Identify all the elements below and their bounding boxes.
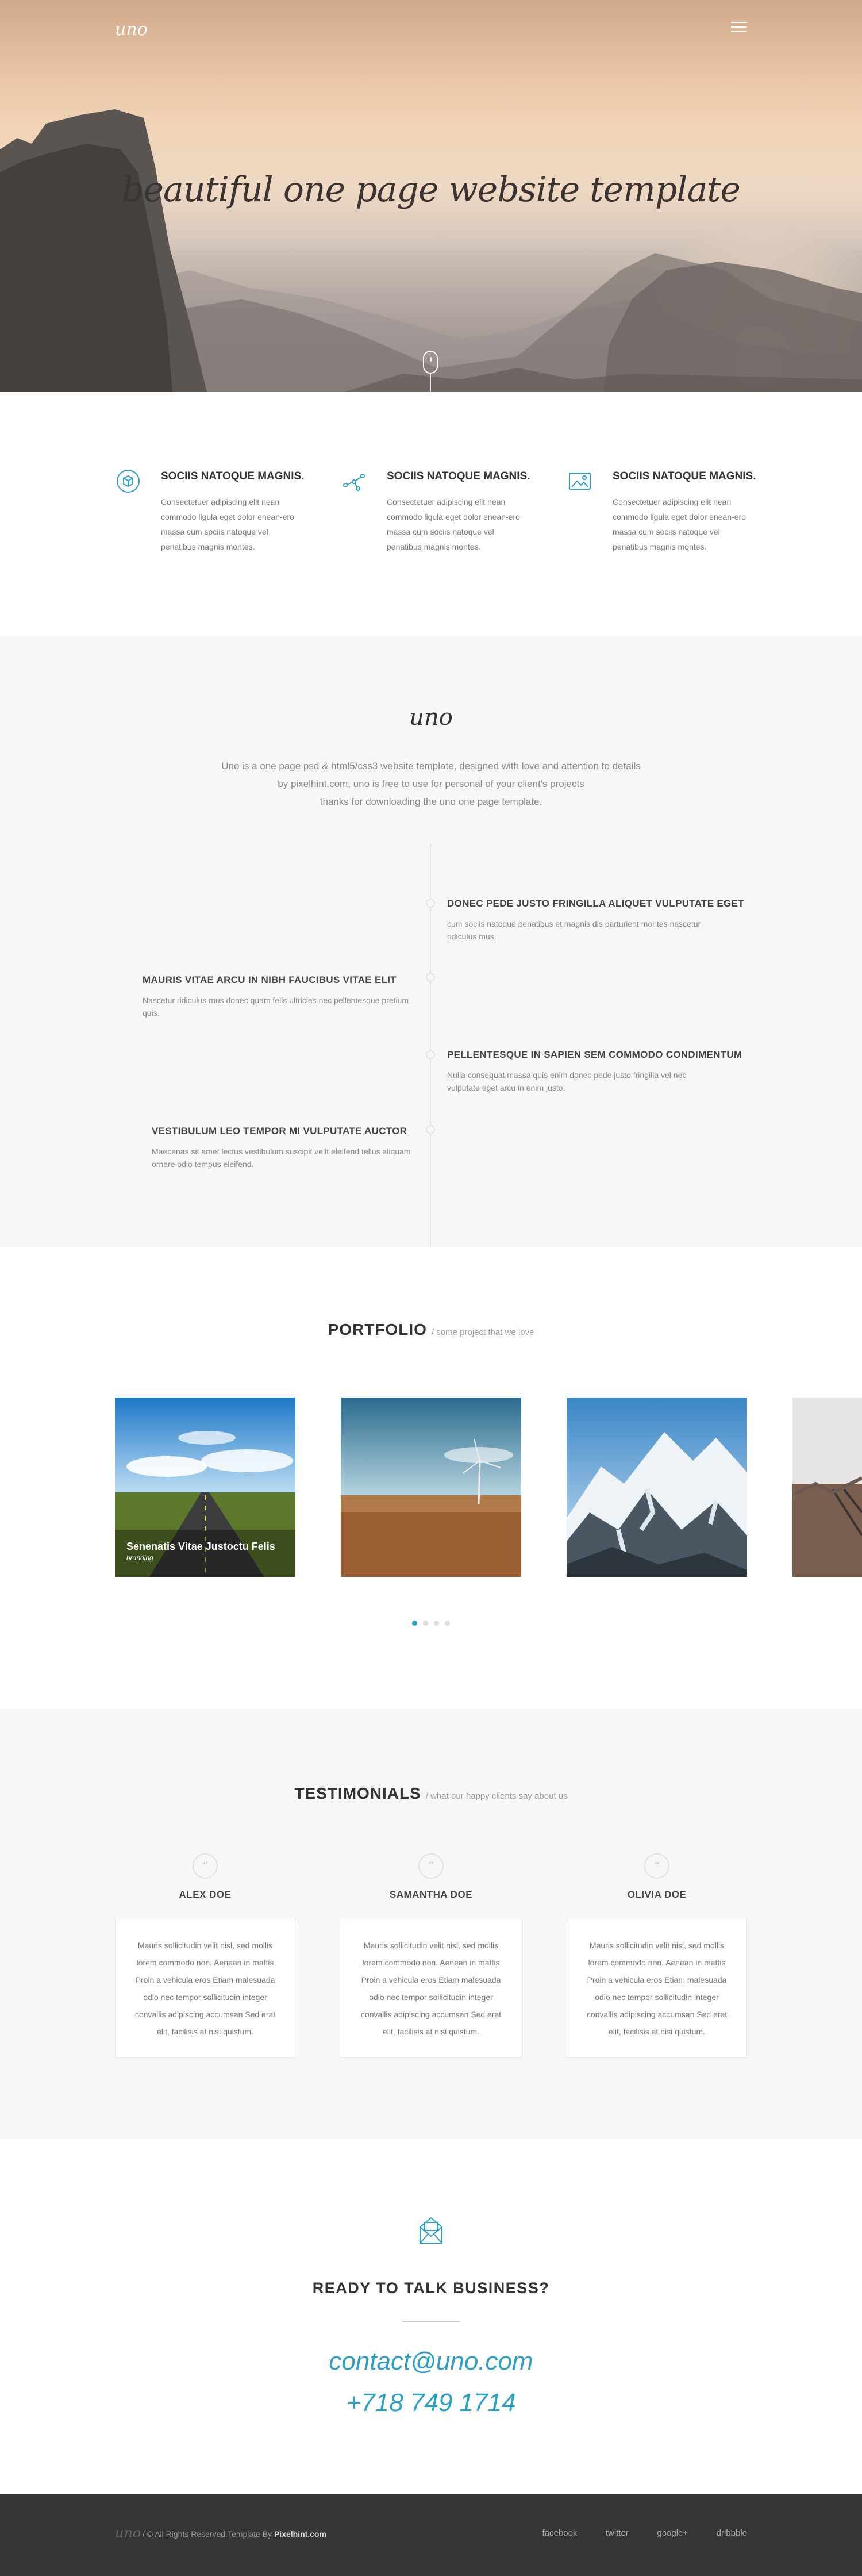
footer-logo[interactable]: uno	[115, 2525, 141, 2541]
mail-icon	[420, 2217, 442, 2244]
carousel-dot[interactable]	[434, 1621, 439, 1626]
cube-icon	[117, 470, 140, 493]
about-line: by pixelhint.com, uno is free to use for…	[278, 778, 584, 789]
feature-title: SOCIIS NATOQUE MAGNIS.	[161, 470, 305, 482]
portfolio-item-title: Senenatis Vitae Justoctu Felis	[126, 1541, 275, 1552]
timeline-title: VESTIBULUM LEO TEMPOR MI VULPUTATE AUCTO…	[152, 1126, 407, 1137]
hero-section: uno beautiful one page website template	[0, 0, 862, 392]
feature-text: Consectetuer adipiscing elit nean commod…	[387, 497, 520, 551]
feature-text: Consectetuer adipiscing elit nean commod…	[161, 497, 294, 551]
carousel-dot[interactable]	[445, 1621, 450, 1626]
timeline-item: PELLENTESQUE IN SAPIEN SEM COMMODO CONDI…	[447, 1049, 742, 1094]
portfolio-subtitle: / some project that we love	[431, 1327, 534, 1337]
quote-icon: “	[418, 1853, 444, 1879]
menu-icon[interactable]	[731, 22, 747, 34]
timeline-dot	[426, 1125, 435, 1134]
portfolio-item-windmill[interactable]	[341, 1398, 521, 1577]
portfolio-item-railway[interactable]	[792, 1398, 862, 1577]
about-text: Uno is a one page psd & html5/css3 websi…	[195, 757, 667, 811]
timeline-item: MAURIS VITAE ARCU IN NIBH FAUCIBUS VITAE…	[143, 974, 413, 1019]
image-icon	[569, 473, 591, 490]
network-icon	[343, 474, 365, 491]
carousel-dot[interactable]	[412, 1621, 417, 1626]
contact-divider	[402, 2321, 460, 2322]
timeline-text: cum sociis natoque penatibus et magnis d…	[447, 919, 701, 941]
feature-title: SOCIIS NATOQUE MAGNIS.	[613, 470, 756, 482]
twitter-link[interactable]: twitter	[606, 2528, 629, 2538]
portfolio-heading: PORTFOLIO / some project that we love	[0, 1320, 862, 1339]
logo[interactable]: uno	[115, 20, 148, 40]
testimonial-text: Mauris sollicitudin velit nisl, sed moll…	[567, 1918, 747, 2058]
testimonial-name: SAMANTHA DOE	[389, 1889, 473, 1900]
mountains-image	[567, 1398, 747, 1577]
testimonial-name: ALEX DOE	[179, 1889, 232, 1900]
contact-heading: READY TO TALK BUSINESS?	[312, 2279, 550, 2297]
social-links: facebook twitter google+ dribbble	[517, 2528, 747, 2539]
timeline-text: Nulla consequat massa quis enim donec pe…	[447, 1070, 687, 1092]
timeline-dot	[426, 1050, 435, 1059]
testimonials-section: TESTIMONIALS / what our happy clients say…	[0, 1709, 862, 2139]
google-plus-link[interactable]: google+	[657, 2528, 688, 2538]
portfolio-title: PORTFOLIO	[328, 1320, 427, 1338]
about-logo: uno	[409, 704, 453, 731]
scroll-line	[430, 374, 431, 392]
timeline-dot	[426, 973, 435, 982]
quote-icon: “	[644, 1853, 669, 1879]
facebook-link[interactable]: facebook	[542, 2528, 578, 2538]
pixelhint-link[interactable]: Pixelhint.com	[274, 2529, 326, 2539]
about-line: thanks for downloading the uno one page …	[320, 796, 542, 807]
feature-text: Consectetuer adipiscing elit nean commod…	[613, 497, 746, 551]
timeline-text: Nascetur ridiculus mus donec quam felis …	[143, 996, 409, 1018]
portfolio-caption: Senenatis Vitae Justoctu Felis branding	[126, 1541, 275, 1563]
testimonials-subtitle: / what our happy clients say about us	[425, 1791, 568, 1801]
testimonial-card: “ SAMANTHA DOE Mauris sollicitudin velit…	[341, 1853, 521, 2058]
portfolio-item-category: branding	[126, 1554, 153, 1562]
carousel-dot[interactable]	[423, 1621, 428, 1626]
windmill-image	[341, 1398, 521, 1577]
testimonial-card: “ OLIVIA DOE Mauris sollicitudin velit n…	[567, 1853, 747, 2058]
contact-section: READY TO TALK BUSINESS? contact@uno.com …	[0, 2139, 862, 2494]
features-section: SOCIIS NATOQUE MAGNIS. Consectetuer adip…	[0, 392, 862, 636]
about-line: Uno is a one page psd & html5/css3 websi…	[221, 761, 641, 771]
portfolio-item-road[interactable]: Senenatis Vitae Justoctu Felis branding	[115, 1398, 295, 1577]
timeline-item: DONEC PEDE JUSTO FRINGILLA ALIQUET VULPU…	[447, 898, 744, 943]
scroll-mouse-icon[interactable]	[423, 351, 438, 374]
hero-title: beautiful one page website template	[122, 170, 741, 210]
quote-icon: “	[193, 1853, 218, 1879]
timeline-title: DONEC PEDE JUSTO FRINGILLA ALIQUET VULPU…	[447, 898, 744, 909]
timeline-title: MAURIS VITAE ARCU IN NIBH FAUCIBUS VITAE…	[143, 974, 397, 985]
timeline-dot	[426, 899, 435, 908]
contact-phone-link[interactable]: +718 749 1714	[0, 2389, 862, 2417]
footer-copyright: / © All Rights Reserved.Template By Pixe…	[143, 2529, 326, 2539]
portfolio-section: PORTFOLIO / some project that we love Sen…	[0, 1247, 862, 1709]
testimonial-name: OLIVIA DOE	[627, 1889, 687, 1900]
testimonials-heading: TESTIMONIALS / what our happy clients say…	[0, 1784, 862, 1803]
testimonials-title: TESTIMONIALS	[294, 1784, 421, 1802]
railway-image	[792, 1398, 862, 1577]
testimonial-card: “ ALEX DOE Mauris sollicitudin velit nis…	[115, 1853, 295, 2058]
testimonial-text: Mauris sollicitudin velit nisl, sed moll…	[115, 1918, 295, 2058]
timeline-item: VESTIBULUM LEO TEMPOR MI VULPUTATE AUCTO…	[152, 1126, 422, 1170]
testimonial-text: Mauris sollicitudin velit nisl, sed moll…	[341, 1918, 521, 2058]
footer: uno / © All Rights Reserved.Template By …	[0, 2494, 862, 2576]
portfolio-item-mountains[interactable]	[567, 1398, 747, 1577]
contact-email-link[interactable]: contact@uno.com	[0, 2347, 862, 2376]
timeline-text: Maecenas sit amet lectus vestibulum susc…	[152, 1147, 411, 1169]
timeline-title: PELLENTESQUE IN SAPIEN SEM COMMODO CONDI…	[447, 1049, 742, 1060]
dribbble-link[interactable]: dribbble	[717, 2528, 747, 2538]
feature-title: SOCIIS NATOQUE MAGNIS.	[387, 470, 530, 482]
about-section: uno Uno is a one page psd & html5/css3 w…	[0, 636, 862, 1247]
carousel-dots	[0, 1618, 862, 1629]
copyright-text: / © All Rights Reserved.Template By	[143, 2529, 272, 2539]
